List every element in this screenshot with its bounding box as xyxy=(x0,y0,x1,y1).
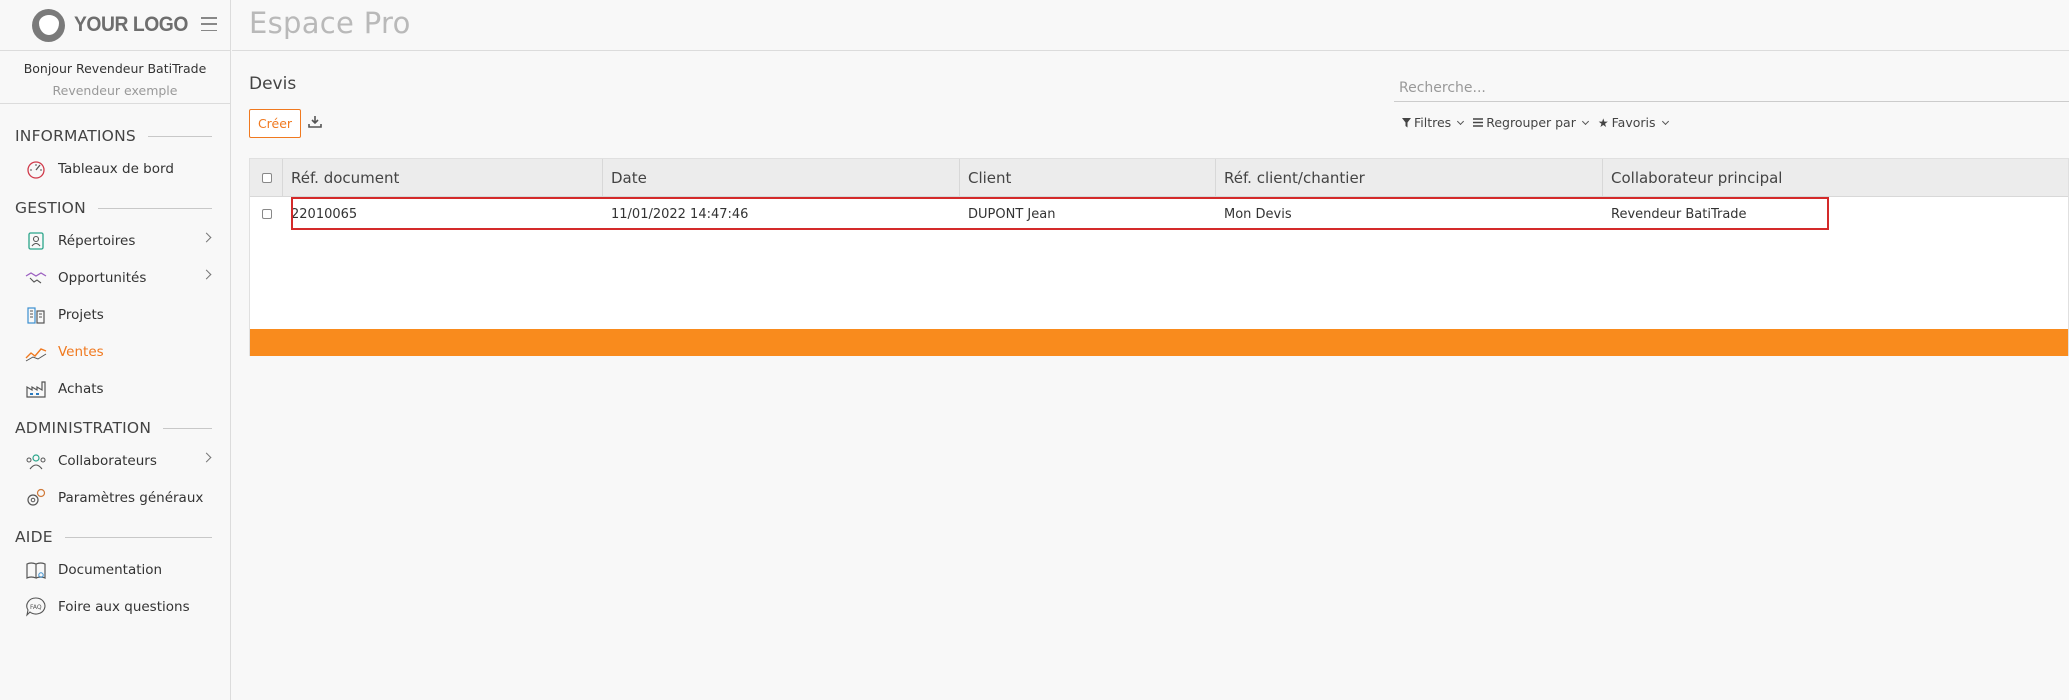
records-table: Réf. document Date Client Réf. client/ch… xyxy=(249,158,2069,356)
sidebar-item-label: Ventes xyxy=(58,343,104,360)
sidebar-item-label: Achats xyxy=(58,380,104,397)
group-by-button[interactable]: Regrouper par xyxy=(1473,115,1589,130)
chevron-right-icon xyxy=(201,269,212,280)
filter-icon xyxy=(1402,117,1411,127)
column-header-client[interactable]: Client xyxy=(960,159,1216,197)
column-header-collaborateur[interactable]: Collaborateur principal xyxy=(1603,159,2068,197)
user-role: Revendeur exemple xyxy=(52,83,178,98)
cell-ref-document: 22010065 xyxy=(291,206,358,222)
view-title: Devis xyxy=(249,74,297,94)
sidebar-item-repertoires[interactable]: Répertoires xyxy=(0,222,230,259)
column-header-ref-document[interactable]: Réf. document xyxy=(283,159,603,197)
section-informations: INFORMATIONS xyxy=(0,127,230,145)
cell-client: DUPONT Jean xyxy=(968,206,1056,222)
table-header: Réf. document Date Client Réf. client/ch… xyxy=(250,159,2068,197)
select-all-checkbox[interactable] xyxy=(262,173,272,183)
book-icon xyxy=(25,559,47,581)
handshake-icon xyxy=(25,267,47,289)
sidebar-item-projets[interactable]: Projets xyxy=(0,296,230,333)
filters-button[interactable]: Filtres xyxy=(1402,115,1465,130)
chevron-right-icon xyxy=(201,232,212,243)
download-icon[interactable] xyxy=(308,114,324,130)
faq-icon: FAQ xyxy=(25,596,47,618)
sidebar-item-label: Opportunités xyxy=(58,269,147,286)
gears-icon xyxy=(25,487,47,509)
logo-icon xyxy=(32,8,65,42)
chevron-down-icon xyxy=(1581,117,1589,125)
favorites-button[interactable]: ★ Favoris xyxy=(1597,115,1669,130)
column-header-date[interactable]: Date xyxy=(603,159,960,197)
sidebar-item-label: Paramètres généraux xyxy=(58,489,204,506)
sidebar-item-parametres-generaux[interactable]: Paramètres généraux xyxy=(0,479,230,516)
sidebar-item-label: Collaborateurs xyxy=(58,452,157,469)
star-icon: ★ xyxy=(1597,115,1609,130)
sidebar-item-collaborateurs[interactable]: Collaborateurs xyxy=(0,442,230,479)
sidebar-item-label: Répertoires xyxy=(58,232,136,249)
filter-toolbar: Filtres Regrouper par ★ Favoris xyxy=(1402,115,1669,130)
svg-text:FAQ: FAQ xyxy=(30,604,42,611)
sidebar-item-documentation[interactable]: Documentation xyxy=(0,551,230,588)
user-greeting: Bonjour Revendeur BatiTrade Revendeur ex… xyxy=(0,51,230,104)
chevron-down-icon xyxy=(1457,117,1465,125)
sidebar-item-label: Projets xyxy=(58,306,104,323)
top-bar: Espace Pro xyxy=(232,0,2069,51)
chevron-down-icon xyxy=(1661,117,1669,125)
greeting-text: Bonjour Revendeur BatiTrade xyxy=(23,61,207,76)
favorites-label: Favoris xyxy=(1611,115,1656,130)
sidebar-item-label: Foire aux questions xyxy=(58,598,190,615)
dashboard-icon xyxy=(25,158,47,180)
section-administration: ADMINISTRATION xyxy=(0,419,230,437)
filters-label: Filtres xyxy=(1414,115,1452,130)
contacts-icon xyxy=(25,230,47,252)
row-checkbox[interactable] xyxy=(262,209,272,219)
create-button[interactable]: Créer xyxy=(249,109,301,138)
column-header-ref-client[interactable]: Réf. client/chantier xyxy=(1216,159,1603,197)
section-aide: AIDE xyxy=(0,528,230,546)
sidebar-item-label: Documentation xyxy=(58,561,163,578)
sales-chart-icon xyxy=(25,341,47,363)
search-box xyxy=(1394,76,2069,102)
team-icon xyxy=(25,450,47,472)
list-icon xyxy=(1473,118,1484,127)
section-gestion: GESTION xyxy=(0,199,230,217)
sidebar-item-achats[interactable]: Achats xyxy=(0,370,230,407)
cell-collaborateur: Revendeur BatiTrade xyxy=(1611,206,1747,222)
table-row[interactable]: 22010065 11/01/2022 14:47:46 DUPONT Jean… xyxy=(250,197,2068,231)
sidebar-item-faq[interactable]: FAQ Foire aux questions xyxy=(0,588,230,625)
select-all-cell xyxy=(250,159,283,197)
sidebar-item-tableaux-de-bord[interactable]: Tableaux de bord xyxy=(0,150,230,187)
menu-toggle-icon[interactable] xyxy=(201,17,217,31)
search-input[interactable] xyxy=(1394,76,2069,100)
row-select-cell xyxy=(250,197,283,231)
group-by-label: Regrouper par xyxy=(1486,115,1576,130)
sidebar: YOUR LOGO Bonjour Revendeur BatiTrade Re… xyxy=(0,0,231,700)
sidebar-item-opportunites[interactable]: Opportunités xyxy=(0,259,230,296)
page-title: Espace Pro xyxy=(249,6,411,40)
cell-ref-client: Mon Devis xyxy=(1224,206,1292,222)
sidebar-item-label: Tableaux de bord xyxy=(58,160,174,177)
chevron-right-icon xyxy=(201,452,212,463)
projects-icon xyxy=(25,304,47,326)
cell-date: 11/01/2022 14:47:46 xyxy=(611,206,749,222)
table-footer-bar xyxy=(250,329,2068,356)
factory-icon xyxy=(25,378,47,400)
logo-row: YOUR LOGO xyxy=(0,0,230,51)
sidebar-item-ventes[interactable]: Ventes xyxy=(0,333,230,370)
logo-text: YOUR LOGO xyxy=(74,13,188,36)
